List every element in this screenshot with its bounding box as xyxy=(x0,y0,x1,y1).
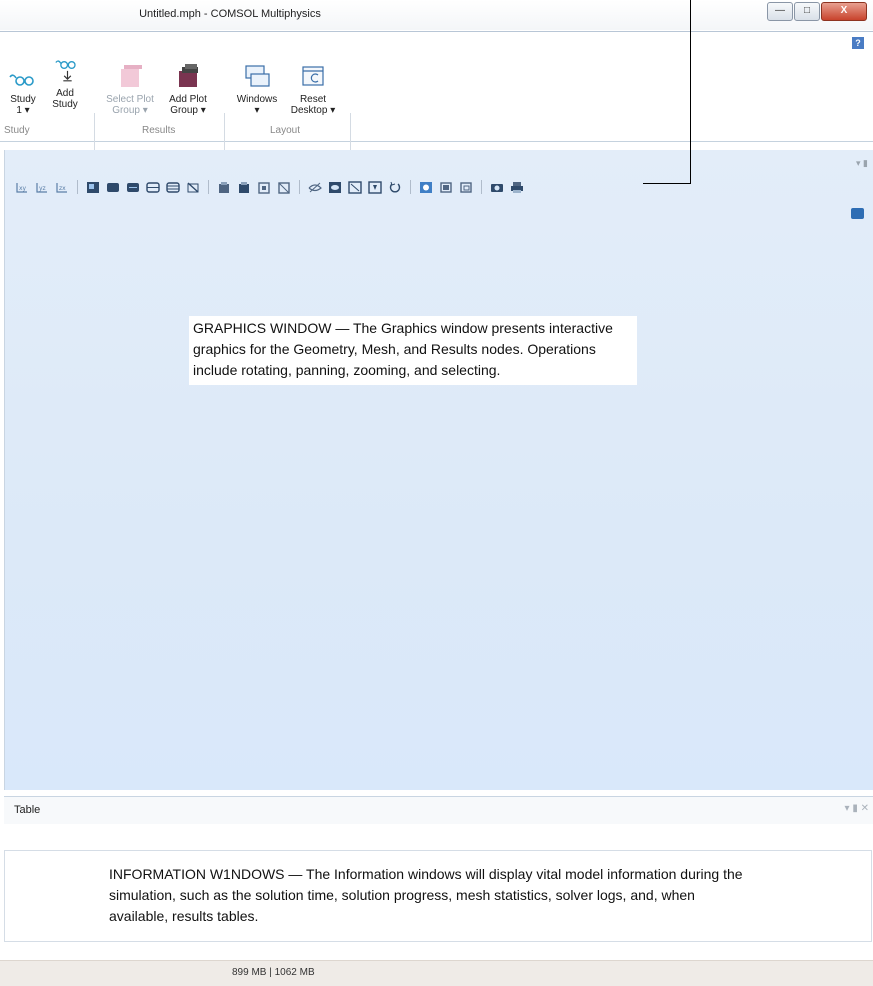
render-icon[interactable] xyxy=(368,180,382,194)
add-plot-group-icon xyxy=(179,64,198,87)
study-1-button[interactable]: Study 1 ▾ xyxy=(6,61,40,116)
yz-view-icon[interactable]: yz xyxy=(35,181,49,194)
hide-icon[interactable] xyxy=(308,181,322,194)
select-plot-group-label-line2: Group ▾ xyxy=(112,105,148,116)
view-2-icon[interactable] xyxy=(439,181,453,194)
view-cube-icon[interactable] xyxy=(851,208,864,219)
select-plot-group-icon xyxy=(121,65,142,87)
zoom-box-icon[interactable] xyxy=(86,181,100,194)
toolbar-separator xyxy=(77,180,78,194)
ribbon: Study 1 ▾ Add Study Select Plot Group ▾ … xyxy=(0,53,873,185)
information-content: INFORMATION W1NDOWS — The Information wi… xyxy=(4,850,872,942)
toolbar-separator xyxy=(481,180,482,194)
table-tab-bar: Table ▾ ▮ ✕ xyxy=(4,796,873,826)
graphics-panel-controls[interactable]: ▾ ▮ xyxy=(856,158,868,169)
transparency-icon[interactable] xyxy=(348,180,362,194)
windows-button[interactable]: Windows ▾ xyxy=(232,61,282,116)
select-plot-group-button[interactable]: Select Plot Group ▾ xyxy=(104,61,156,116)
callout-leader-line xyxy=(643,183,691,184)
select-plot-group-label-line1: Select Plot xyxy=(106,94,154,105)
toolbar-separator xyxy=(299,180,300,194)
toolbar-separator xyxy=(410,180,411,194)
study-1-label-line2: 1 ▾ xyxy=(16,105,30,116)
reset-desktop-label-line1: Reset xyxy=(299,94,327,105)
camera-icon[interactable] xyxy=(490,181,504,194)
title-divider xyxy=(0,31,873,32)
tab-table[interactable]: Table xyxy=(14,804,40,816)
wireframe-icon[interactable] xyxy=(328,181,342,194)
windows-icon xyxy=(245,65,270,87)
select-edge-icon[interactable] xyxy=(277,181,291,194)
reset-desktop-label-line2: Desktop ▾ xyxy=(290,105,336,116)
information-window: INFORMATION W1NDOWS — The Information wi… xyxy=(4,824,873,960)
graphics-window-callout: GRAPHICS WINDOW — The Graphics window pr… xyxy=(189,316,637,385)
group-label-results: Results xyxy=(142,125,176,136)
reset-view-icon[interactable] xyxy=(388,181,402,194)
add-study-button[interactable]: Add Study xyxy=(48,55,82,110)
windows-label-line2: ▾ xyxy=(254,105,260,116)
reset-desktop-icon xyxy=(302,66,324,86)
svg-text:yz: yz xyxy=(39,185,46,192)
information-windows-callout: INFORMATION W1NDOWS — The Information wi… xyxy=(109,866,743,924)
add-study-label-line2: Study xyxy=(52,99,78,110)
add-plot-group-button[interactable]: Add Plot Group ▾ xyxy=(162,61,214,116)
select-domain-icon[interactable] xyxy=(237,181,251,194)
add-study-label-line1: Add xyxy=(56,88,74,99)
xy-view-icon[interactable]: xy xyxy=(15,181,29,194)
scene-light-icon[interactable] xyxy=(186,181,200,194)
zoom-selected-icon[interactable] xyxy=(166,181,180,194)
memory-usage: 899 MB | 1062 MB xyxy=(232,967,315,978)
group-label-study: Study xyxy=(4,125,30,136)
toolbar-separator xyxy=(208,180,209,194)
study-1-label-line1: Study xyxy=(10,94,36,105)
table-panel-controls[interactable]: ▾ ▮ ✕ xyxy=(845,803,869,814)
window-title: Untitled.mph - COMSOL Multiphysics xyxy=(139,8,321,20)
title-bar: Untitled.mph - COMSOL Multiphysics — □ X xyxy=(0,0,873,30)
callout-leader-line xyxy=(690,0,691,183)
help-icon[interactable]: ? xyxy=(852,37,864,49)
select-object-icon[interactable] xyxy=(217,181,231,194)
window-controls: — □ X xyxy=(766,2,867,21)
graphics-window[interactable]: xy yz zx xyxy=(4,150,873,790)
zoom-in-icon[interactable] xyxy=(106,181,120,194)
add-study-icon xyxy=(55,60,76,82)
windows-label-line1: Windows xyxy=(236,94,278,105)
add-plot-group-label-line2: Group ▾ xyxy=(170,105,206,116)
zoom-extents-icon[interactable] xyxy=(146,181,160,194)
graphics-toolbar: xy yz zx xyxy=(15,180,530,194)
view-3-icon[interactable] xyxy=(459,181,473,194)
maximize-button[interactable]: □ xyxy=(794,2,820,21)
select-boundary-icon[interactable] xyxy=(257,181,271,194)
zoom-out-icon[interactable] xyxy=(126,181,140,194)
status-bar: 899 MB | 1062 MB xyxy=(0,960,873,986)
reset-desktop-button[interactable]: Reset Desktop ▾ xyxy=(286,61,340,116)
minimize-button[interactable]: — xyxy=(767,2,793,21)
add-plot-group-label-line1: Add Plot xyxy=(169,94,207,105)
zx-view-icon[interactable]: zx xyxy=(55,181,69,194)
study-icon xyxy=(9,74,34,86)
svg-text:zx: zx xyxy=(59,185,66,192)
print-icon[interactable] xyxy=(510,181,524,194)
group-label-layout: Layout xyxy=(270,125,301,136)
close-button[interactable]: X xyxy=(821,2,867,21)
view-1-icon[interactable] xyxy=(419,181,433,194)
svg-text:xy: xy xyxy=(19,185,27,192)
